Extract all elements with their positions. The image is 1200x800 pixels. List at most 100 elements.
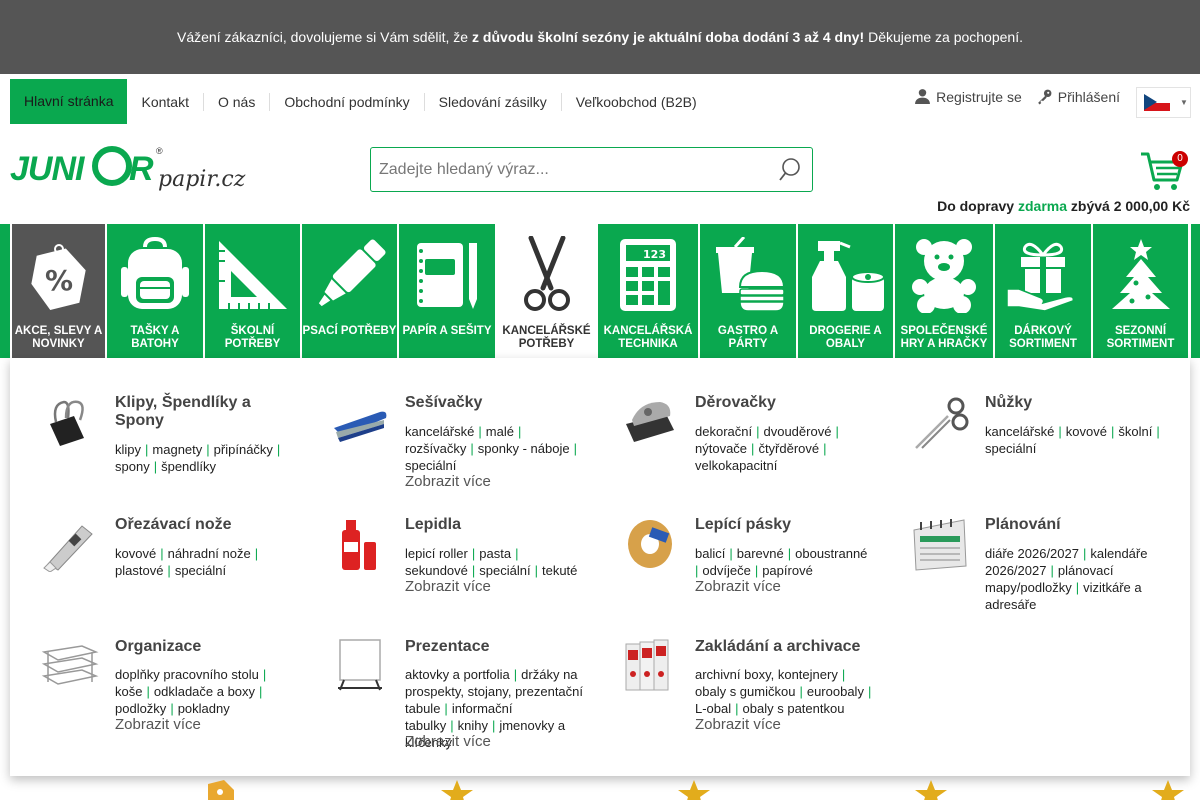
sub-link[interactable]: tekuté (542, 563, 577, 578)
sub-link[interactable]: balicí (695, 546, 725, 561)
sub-link[interactable]: pasta (479, 546, 511, 561)
sub-link[interactable]: speciální (479, 563, 530, 578)
sub-link[interactable]: dvouděrové (763, 424, 831, 439)
category-technika[interactable]: 123 KANCELÁŘSKÁ TECHNIKA (598, 224, 698, 358)
show-more-link[interactable]: Zobrazit více (405, 578, 491, 595)
sub-link[interactable]: čtyřděrové (758, 441, 819, 456)
sub-link[interactable]: obaly s patentkou (743, 701, 845, 716)
search-box (370, 147, 813, 192)
sub-link[interactable]: spony (115, 459, 150, 474)
category-akce[interactable]: % AKCE, SLEVY A NOVINKY (12, 224, 105, 358)
sub-link[interactable]: euroobaly (807, 684, 864, 699)
menu-title-organizace[interactable]: Organizace (115, 638, 201, 656)
sub-link[interactable]: školní (1118, 424, 1152, 439)
show-more-link[interactable]: Zobrazit více (405, 733, 491, 750)
category-tasky[interactable]: TAŠKY A BATOHY (107, 224, 203, 358)
category-hry[interactable]: SPOLEČENSKÉ HRY A HRAČKY (895, 224, 993, 358)
menu-subs-derovacky: dekorační | dvouděrové | nýtovače | čtyřděrové… (695, 424, 839, 473)
site-logo[interactable]: JUNI R ® papir.cz (10, 142, 250, 198)
nav-tracking[interactable]: Sledování zásilky (425, 92, 562, 111)
search-icon[interactable] (778, 157, 802, 183)
sub-link[interactable]: papírové (762, 563, 813, 578)
show-more-link[interactable]: Zobrazit více (115, 716, 201, 733)
category-kancelarske[interactable]: KANCELÁŘSKÉ POTŘEBY (495, 224, 598, 358)
show-more-link[interactable]: Zobrazit více (405, 473, 491, 490)
nav-about[interactable]: O nás (204, 92, 271, 111)
category-psaci[interactable]: PSACÍ POTŘEBY (302, 224, 397, 358)
sub-link[interactable]: špendlíky (161, 459, 216, 474)
category-sezonni[interactable]: SEZONNÍ SORTIMENT (1093, 224, 1188, 358)
user-icon (915, 89, 931, 104)
nav-terms[interactable]: Obchodní podmínky (270, 92, 425, 111)
sub-link[interactable]: kovové (115, 546, 156, 561)
register-link[interactable]: Registrujte se (914, 88, 1022, 105)
menu-title-prezentace[interactable]: Prezentace (405, 638, 490, 656)
sub-link[interactable]: obaly s gumičkou (695, 684, 795, 699)
category-papir[interactable]: PAPÍR A SEŠITY (399, 224, 495, 358)
sub-link[interactable]: koše (115, 684, 142, 699)
sub-link[interactable]: speciální (985, 441, 1036, 456)
cart-button[interactable]: 0 (1139, 150, 1189, 194)
sub-link[interactable]: kovové (1066, 424, 1107, 439)
search-input[interactable] (371, 160, 761, 179)
menu-title-pasky[interactable]: Lepící pásky (695, 516, 791, 534)
sub-link[interactable]: sekundové (405, 563, 468, 578)
sub-link[interactable]: aktovky a portfolia (405, 667, 510, 682)
sub-link[interactable]: speciální (175, 563, 226, 578)
gift-icon (1006, 242, 1075, 312)
category-gastro[interactable]: GASTRO A PÁRTY (700, 224, 796, 358)
sub-link[interactable]: pokladny (178, 701, 230, 716)
language-selector[interactable]: ▼ (1136, 87, 1191, 118)
category-skolni[interactable]: ŠKOLNÍ POTŘEBY (205, 224, 300, 358)
sub-link[interactable]: malé (486, 424, 514, 439)
highlighter-icon (318, 239, 386, 307)
sub-link[interactable]: magnety (152, 442, 202, 457)
menu-subs-sesivacky: kancelářské | malé | rozšívačky | sponky - náb… (405, 424, 577, 473)
star-icon (1152, 780, 1184, 800)
sub-link[interactable]: speciální (405, 458, 456, 473)
sub-link[interactable]: klipy (115, 442, 141, 457)
sub-link[interactable]: plastové (115, 563, 163, 578)
sub-link[interactable]: odvíječe (702, 563, 750, 578)
menu-title-archivace[interactable]: Zakládání a archivace (695, 638, 860, 656)
menu-title-nuzky[interactable]: Nůžky (985, 394, 1032, 412)
sub-link[interactable]: oboustranné (795, 546, 867, 561)
menu-title-planovani[interactable]: Plánování (985, 516, 1061, 534)
nav-contact[interactable]: Kontakt (127, 92, 204, 111)
sub-link[interactable]: L-obal (695, 701, 731, 716)
sub-link[interactable]: náhradní nože (168, 546, 251, 561)
menu-title-derovacky[interactable]: Děrovačky (695, 394, 776, 412)
sub-link[interactable]: podložky (115, 701, 166, 716)
category-label: DÁRKOVÝ SORTIMENT (1009, 325, 1077, 350)
sub-link[interactable]: dekorační (695, 424, 752, 439)
sub-link[interactable]: diáře 2026/2027 (985, 546, 1079, 561)
sub-link[interactable]: připínáčky (214, 442, 273, 457)
show-more-link[interactable]: Zobrazit více (695, 716, 781, 733)
sub-link[interactable]: rozšívačky (405, 441, 466, 456)
nav-home[interactable]: Hlavní stránka (10, 79, 128, 124)
sub-link[interactable]: velkokapacitní (695, 458, 777, 473)
sub-link[interactable]: barevné (737, 546, 784, 561)
category-darkovy[interactable]: DÁRKOVÝ SORTIMENT (995, 224, 1091, 358)
sub-link[interactable]: odkladače a boxy (154, 684, 255, 699)
sub-link[interactable]: kancelářské (405, 424, 474, 439)
show-more-link[interactable]: Zobrazit více (695, 578, 781, 595)
category-drogerie[interactable]: DROGERIE A OBALY (798, 224, 893, 358)
menu-title-klipy[interactable]: Klipy, Špendlíky a Spony (115, 394, 285, 430)
sub-link[interactable]: knihy (458, 718, 488, 733)
menu-title-lepidla[interactable]: Lepidla (405, 516, 461, 534)
menu-title-sesivacky[interactable]: Sešívačky (405, 394, 482, 412)
mega-menu: Klipy, Špendlíky a Spony klipy | magnety | p… (10, 358, 1190, 776)
burger-drink-icon (716, 237, 786, 312)
sub-link[interactable]: nýtovače (695, 441, 747, 456)
sub-link[interactable]: sponky - náboje (478, 441, 570, 456)
category-label: KANCELÁŘSKÁ TECHNIKA (603, 325, 693, 350)
sub-link[interactable]: kancelářské (985, 424, 1054, 439)
sub-link[interactable]: lepicí roller (405, 546, 468, 561)
cutter-knife-image (40, 516, 100, 573)
menu-title-noze[interactable]: Ořezávací nože (115, 516, 232, 534)
sub-link[interactable]: archivní boxy, kontejnery (695, 667, 838, 682)
login-link[interactable]: Přihlášení (1036, 88, 1120, 105)
nav-wholesale[interactable]: Veľkoobchod (B2B) (562, 93, 711, 111)
sub-link[interactable]: doplňky pracovního stolu (115, 667, 259, 682)
